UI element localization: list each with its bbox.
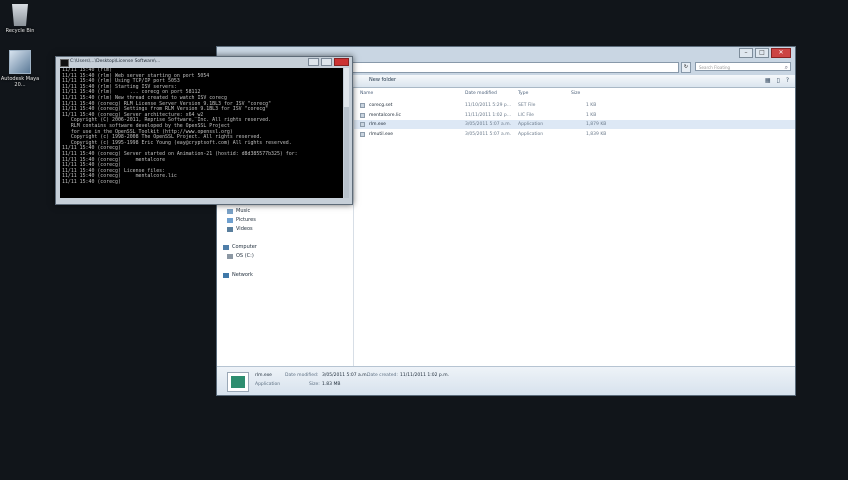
- file-date: 3/05/2011 5:07 a.m.: [465, 122, 512, 128]
- file-row[interactable]: rlm.exe 3/05/2011 5:07 a.m. Application 1,8…: [354, 120, 795, 130]
- console-line: 11/11 15:40 (corecg): [62, 178, 124, 185]
- maya-shortcut[interactable]: Autodesk Maya 20...: [0, 50, 40, 88]
- details-type: Application: [255, 382, 281, 387]
- console-scrollbar[interactable]: [344, 68, 349, 198]
- maya-shortcut-label: Autodesk Maya 20...: [0, 76, 40, 88]
- nav-item-videos[interactable]: Videos: [227, 226, 253, 232]
- console-icon: [60, 59, 69, 67]
- file-icon: [360, 122, 365, 128]
- recycle-bin-label: Recycle Bin: [5, 28, 35, 34]
- view-options-icon[interactable]: ▦: [765, 77, 771, 84]
- console-titlebar[interactable]: C:\Users\...\Desktop\License Software\..…: [56, 57, 352, 67]
- drive-icon: [227, 253, 233, 259]
- nav-item-music[interactable]: Music: [227, 208, 250, 214]
- file-row[interactable]: mentalcore.lic 11/11/2011 1:02 p... LIC Fi…: [354, 111, 795, 120]
- console-window: C:\Users\...\Desktop\License Software\..…: [55, 56, 353, 205]
- file-icon: [360, 112, 365, 118]
- file-name: mentalcore.lic: [369, 112, 401, 118]
- console-close-button[interactable]: [334, 58, 349, 66]
- file-icon: [360, 131, 365, 137]
- new-folder-button[interactable]: New folder: [369, 77, 396, 83]
- videos-icon: [227, 226, 233, 232]
- column-size[interactable]: Size: [571, 91, 580, 96]
- details-size-value: 1.83 MB: [322, 382, 341, 387]
- details-filename: rlm.exe: [255, 373, 272, 378]
- search-icon: ⌕: [784, 64, 788, 71]
- nav-label: Network: [232, 272, 253, 278]
- column-date-modified[interactable]: Date modified: [465, 91, 497, 96]
- minimize-button[interactable]: –: [739, 48, 753, 58]
- application-icon: [227, 372, 249, 392]
- column-type[interactable]: Type: [518, 91, 528, 96]
- file-row[interactable]: corecg.set 11/10/2011 5:29 p... SET File 1 …: [354, 101, 795, 110]
- details-pane: rlm.exe Application Date modified: 3/05/…: [217, 366, 795, 395]
- details-created-value: 11/11/2011 1:02 p.m.: [400, 373, 450, 378]
- computer-icon: [223, 244, 229, 250]
- nav-item-os-drive[interactable]: OS (C:): [227, 253, 254, 259]
- file-type: LIC File: [518, 112, 534, 118]
- file-date: 3/05/2011 5:07 a.m.: [465, 131, 512, 137]
- nav-label: Music: [236, 208, 251, 214]
- details-created-label: Date created:: [367, 373, 398, 378]
- nav-item-network[interactable]: Network: [223, 272, 253, 278]
- close-button[interactable]: ✕: [771, 48, 791, 58]
- maximize-button[interactable]: □: [755, 48, 769, 58]
- file-size: 1 KB: [586, 112, 597, 118]
- music-icon: [227, 208, 233, 214]
- search-input[interactable]: Search Floating ⌕: [695, 62, 791, 71]
- file-size: 1,879 KB: [586, 122, 607, 128]
- file-row[interactable]: rlmutil.exe 3/05/2011 5:07 a.m. Applicatio…: [354, 130, 795, 139]
- file-date: 11/11/2011 1:02 p...: [465, 112, 512, 118]
- file-type: SET File: [518, 103, 536, 108]
- recycle-bin-shortcut[interactable]: Recycle Bin: [0, 4, 40, 34]
- recycle-bin-icon: [12, 4, 28, 26]
- file-icon: [360, 103, 365, 108]
- console-minimize-button[interactable]: [308, 58, 319, 66]
- file-size: 1,839 KB: [586, 131, 607, 137]
- file-name: rlm.exe: [369, 122, 386, 128]
- file-size: 1 KB: [586, 103, 597, 108]
- nav-label: Videos: [236, 226, 253, 232]
- file-type: Application: [518, 122, 544, 128]
- refresh-icon[interactable]: ↻: [681, 62, 691, 73]
- nav-label: Pictures: [236, 217, 256, 223]
- pictures-icon: [227, 217, 233, 223]
- details-size-label: Size:: [309, 382, 320, 387]
- search-placeholder: Search Floating: [699, 65, 731, 70]
- nav-label: OS (C:): [236, 253, 254, 259]
- details-modified-value: 3/05/2011 5:07 a.m.: [322, 373, 369, 378]
- preview-pane-icon[interactable]: ▯: [777, 77, 780, 84]
- network-icon: [223, 272, 229, 278]
- console-scroll-thumb[interactable]: [344, 107, 349, 198]
- maya-shortcut-icon: [9, 50, 31, 74]
- column-name[interactable]: Name: [360, 91, 373, 96]
- column-headers: Name Date modified Type Size: [354, 90, 795, 98]
- file-name: corecg.set: [369, 103, 393, 108]
- console-output[interactable]: 11/11 15:40 (rlm) 11/11 15:40 (rlm) Web …: [60, 68, 343, 198]
- nav-item-computer[interactable]: Computer: [223, 244, 257, 250]
- details-modified-label: Date modified:: [285, 373, 319, 378]
- nav-item-pictures[interactable]: Pictures: [227, 217, 256, 223]
- file-name: rlmutil.exe: [369, 131, 394, 137]
- console-maximize-button[interactable]: [321, 58, 332, 66]
- file-date: 11/10/2011 5:29 p...: [465, 103, 512, 108]
- file-list: Name Date modified Type Size corecg.set 1…: [354, 88, 795, 367]
- nav-label: Computer: [232, 244, 257, 250]
- help-icon[interactable]: ?: [786, 77, 789, 84]
- file-type: Application: [518, 131, 544, 137]
- console-title: C:\Users\...\Desktop\License Software\..…: [70, 59, 161, 64]
